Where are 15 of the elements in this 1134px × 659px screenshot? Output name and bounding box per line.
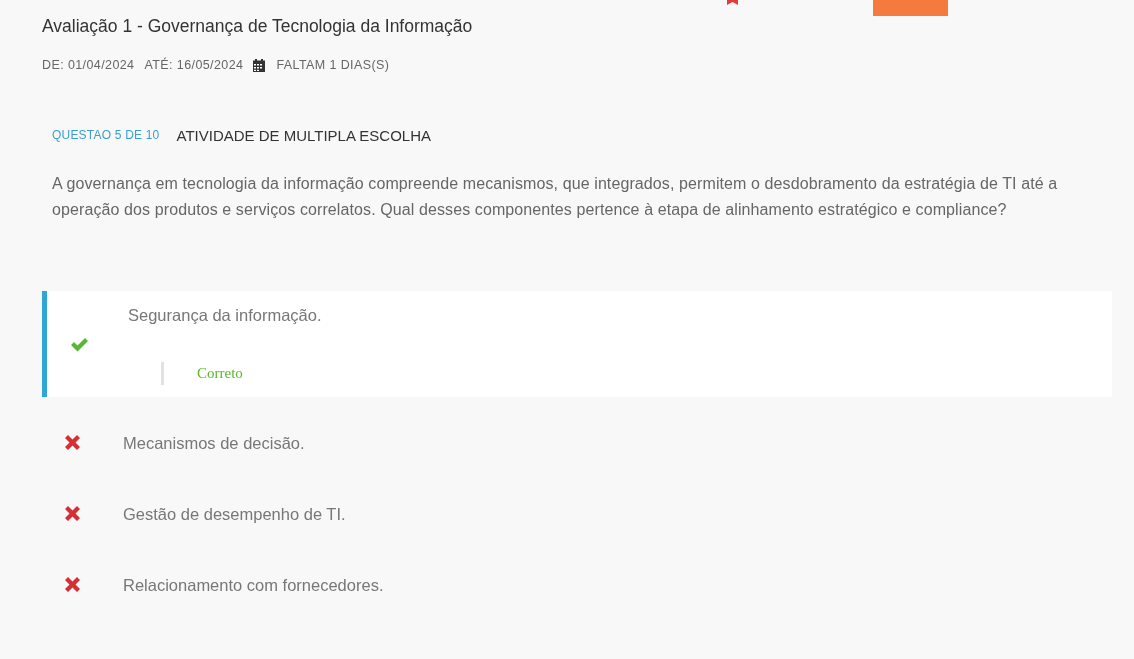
assessment-title: Avaliação 1 - Governança de Tecnologia da Informação bbox=[42, 16, 473, 36]
days-remaining: FALTAM 1 DIAS(S) bbox=[276, 58, 390, 72]
bookmark-icon[interactable] bbox=[727, 0, 738, 5]
answer-option: Segurança da informação. bbox=[128, 305, 322, 325]
end-date: ATÉ: 16/05/2024 bbox=[144, 58, 244, 72]
answer-option[interactable]: Gestão de desempenho de TI. bbox=[123, 503, 346, 524]
selected-answer-card[interactable]: Segurança da informação. Correto bbox=[42, 291, 1112, 397]
answer-option[interactable]: Mecanismos de decisão. bbox=[123, 432, 305, 453]
answer-option[interactable]: Relacionamento com fornecedores. bbox=[123, 574, 384, 595]
feedback-text: Correto bbox=[197, 365, 243, 382]
question-type: ATIVIDADE DE MULTIPLA ESCOLHA bbox=[176, 126, 431, 144]
start-date: DE: 01/04/2024 bbox=[42, 58, 135, 72]
question-text: A governança em tecnologia da informação compreende mecanismos, que integrados, permitem o desdobramento da estratégia de TI até a operação dos produtos e serviços correlatos. Qual desses componentes pertence à etapa de alinhamento estratégico e compliance? bbox=[52, 174, 1059, 220]
question-counter: QUESTAO 5 DE 10 bbox=[52, 128, 160, 142]
calendar-icon bbox=[253, 58, 266, 72]
